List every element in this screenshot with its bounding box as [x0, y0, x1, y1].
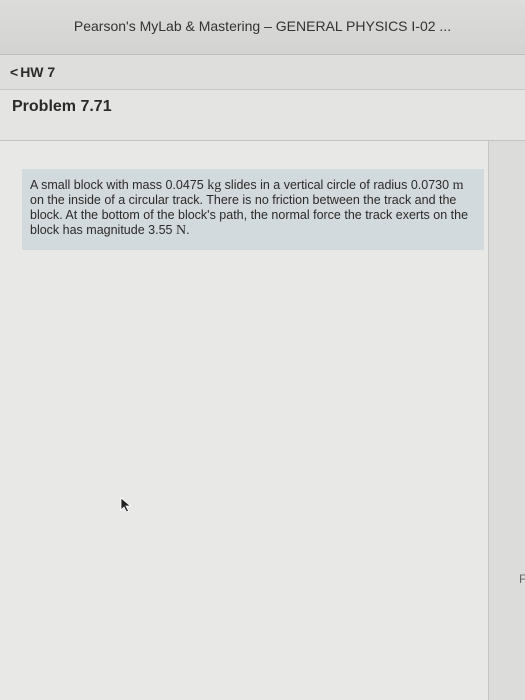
force-value: 3.55	[148, 223, 173, 237]
chevron-left-icon: <	[10, 64, 19, 80]
assignment-nav: < HW 7	[0, 55, 525, 90]
back-to-hw-link[interactable]: < HW 7	[10, 64, 55, 80]
problem-header: Problem 7.71	[0, 90, 525, 141]
right-panel-edge	[489, 141, 525, 700]
mass-value: 0.0475	[165, 178, 204, 192]
problem-statement: A small block with mass 0.0475 kg slides…	[22, 169, 484, 250]
app-titlebar: Pearson's MyLab & Mastering – GENERAL PH…	[0, 0, 525, 55]
problem-content: A small block with mass 0.0475 kg slides…	[0, 141, 489, 700]
problem-title: Problem 7.71	[12, 98, 112, 115]
force-unit: N	[175, 223, 187, 238]
statement-text: A small block with mass	[30, 178, 166, 192]
cut-off-label: F	[519, 572, 525, 586]
pointer-arrow-icon	[120, 497, 132, 513]
statement-text: .	[186, 223, 190, 237]
mass-unit: kg	[207, 178, 222, 193]
statement-text: slides in a vertical circle of radius	[221, 178, 411, 192]
statement-text: on the inside of a circular track. There…	[30, 193, 469, 237]
radius-value: 0.0730	[410, 178, 450, 192]
back-link-label: HW 7	[20, 64, 56, 80]
radius-unit: m	[452, 178, 464, 193]
app-title: Pearson's MyLab & Mastering – GENERAL PH…	[73, 18, 452, 34]
